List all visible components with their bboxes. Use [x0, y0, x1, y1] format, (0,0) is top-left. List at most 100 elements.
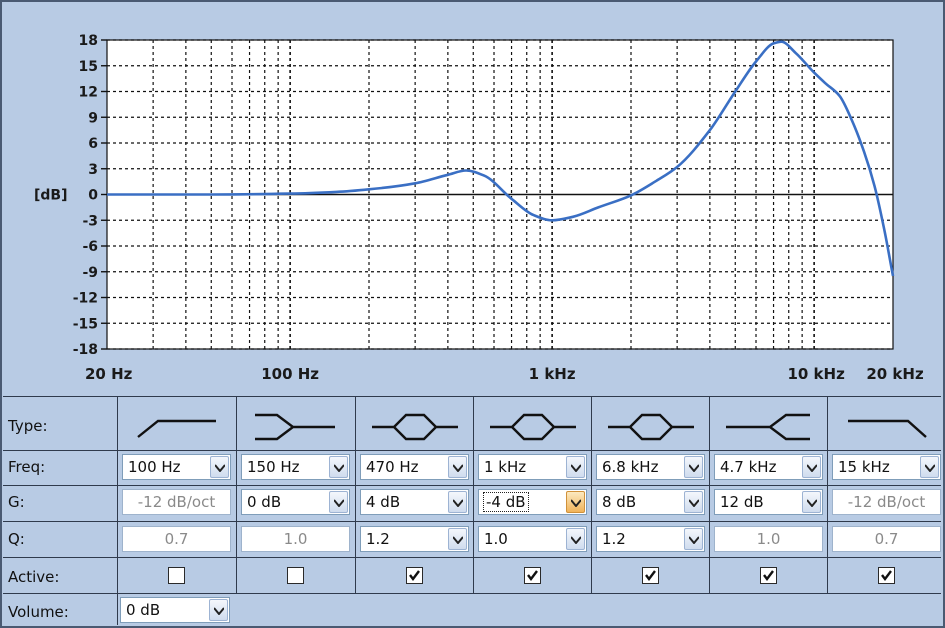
y-tick-label: 18 — [79, 33, 98, 49]
band-7-freq-select[interactable]: 15 kHz — [832, 454, 941, 480]
band-3-freq-select-value: 470 Hz — [366, 458, 419, 476]
band-5-freq-select-value: 6.8 kHz — [602, 458, 659, 476]
chevron-down-icon[interactable] — [448, 528, 467, 550]
band-6-gain-select[interactable]: 12 dB — [714, 489, 823, 515]
band-2-freq-select[interactable]: 150 Hz — [241, 454, 350, 480]
active-row-label: Active: — [8, 568, 60, 586]
y-tick-label: 3 — [88, 162, 98, 178]
y-tick-label: -3 — [82, 213, 98, 229]
q-row-label: Q: — [8, 530, 25, 548]
band-4-freq-select-value: 1 kHz — [484, 458, 527, 476]
band-2-freq-select-value: 150 Hz — [247, 458, 300, 476]
row-divider — [3, 521, 941, 522]
band-5-gain-select[interactable]: 8 dB — [596, 489, 705, 515]
band-2-gain-select-value: 0 dB — [247, 493, 282, 511]
band-7-freq-select-value: 15 kHz — [838, 458, 890, 476]
chevron-down-icon[interactable] — [210, 456, 229, 478]
band-5-q-select-value: 1.2 — [602, 530, 626, 548]
peaking-filter-icon — [372, 413, 458, 441]
band-5-gain-select-value: 8 dB — [602, 493, 637, 511]
chevron-down-icon[interactable] — [802, 456, 821, 478]
high-pass-filter-icon — [137, 419, 216, 438]
band-6-freq-select-value: 4.7 kHz — [720, 458, 777, 476]
chevron-down-icon[interactable] — [209, 599, 228, 621]
y-tick-label: -6 — [82, 239, 98, 255]
band-3-freq-select[interactable]: 470 Hz — [360, 454, 469, 480]
chevron-down-icon[interactable] — [684, 491, 703, 513]
frequency-response-chart: 18 15 12 9 6 3 0 -3 -6 -9 -12 -15 -18 [dB] 20 Hz 100 Hz… — [34, 33, 924, 383]
band-3-active-checkbox[interactable] — [406, 567, 423, 584]
band-2-active-checkbox[interactable] — [287, 567, 304, 584]
gain-row-label: G: — [8, 493, 25, 511]
band-7-type-button[interactable] — [828, 399, 945, 449]
row-divider — [3, 485, 941, 486]
type-row-label: Type: — [8, 417, 48, 435]
column-divider — [117, 593, 118, 625]
band-6-q-field: 1.0 — [714, 526, 823, 552]
peaking-filter-icon — [490, 413, 576, 441]
y-tick-label: 9 — [88, 110, 98, 126]
chevron-down-icon[interactable] — [448, 456, 467, 478]
y-tick-label: -12 — [73, 291, 98, 307]
band-7-gain-field: -12 dB/oct — [832, 489, 941, 515]
band-1-type-button[interactable] — [118, 399, 235, 449]
band-1-gain-field: -12 dB/oct — [122, 489, 231, 515]
y-tick-label: -9 — [82, 265, 98, 281]
chevron-down-icon[interactable] — [684, 528, 703, 550]
y-tick-label: 0 — [88, 188, 98, 204]
band-2-q-field: 1.0 — [241, 526, 350, 552]
band-4-q-select-value: 1.0 — [484, 530, 508, 548]
band-3-q-select-value: 1.2 — [366, 530, 390, 548]
band-5-q-select[interactable]: 1.2 — [596, 526, 705, 552]
chevron-down-icon[interactable] — [802, 491, 821, 513]
band-4-type-button[interactable] — [474, 399, 591, 449]
band-5-freq-select[interactable]: 6.8 kHz — [596, 454, 705, 480]
band-7-q-field: 0.7 — [832, 526, 941, 552]
band-6-active-checkbox[interactable] — [760, 567, 777, 584]
chevron-down-icon[interactable] — [329, 491, 348, 513]
chevron-down-icon[interactable] — [448, 491, 467, 513]
band-4-gain-select[interactable]: -4 dB — [478, 489, 587, 515]
x-tick-label: 100 Hz — [261, 365, 319, 383]
band-4-freq-select[interactable]: 1 kHz — [478, 454, 587, 480]
band-6-type-button[interactable] — [710, 399, 827, 449]
freq-row-label: Freq: — [8, 458, 46, 476]
chevron-down-icon[interactable] — [329, 456, 348, 478]
volume-row-label: Volume: — [8, 603, 69, 621]
volume-select[interactable]: 0 dB — [120, 597, 230, 623]
chevron-down-icon[interactable] — [920, 456, 939, 478]
band-controls-grid: Type: Freq: G: Q: Active: Volume: 100 Hz… — [3, 396, 941, 625]
band-7-active-checkbox[interactable] — [878, 567, 895, 584]
row-divider — [3, 450, 941, 451]
y-tick-label: 6 — [88, 136, 98, 152]
band-2-type-button[interactable] — [237, 399, 354, 449]
low-shelf-filter-icon — [255, 413, 335, 441]
chevron-down-icon[interactable] — [684, 456, 703, 478]
band-6-freq-select[interactable]: 4.7 kHz — [714, 454, 823, 480]
band-5-active-checkbox[interactable] — [642, 567, 659, 584]
band-3-gain-select[interactable]: 4 dB — [360, 489, 469, 515]
x-tick-label: 1 kHz — [529, 365, 576, 383]
y-tick-label: -15 — [73, 316, 98, 332]
band-2-gain-select[interactable]: 0 dB — [241, 489, 350, 515]
low-pass-filter-icon — [848, 419, 927, 438]
y-tick-label: 15 — [79, 59, 98, 75]
band-5-type-button[interactable] — [592, 399, 709, 449]
band-1-q-field: 0.7 — [122, 526, 231, 552]
y-tick-label: -18 — [73, 342, 98, 358]
chevron-down-icon[interactable] — [566, 528, 585, 550]
x-tick-label: 10 kHz — [787, 365, 845, 383]
band-3-type-button[interactable] — [356, 399, 473, 449]
band-1-active-checkbox[interactable] — [168, 567, 185, 584]
band-3-q-select[interactable]: 1.2 — [360, 526, 469, 552]
band-1-freq-select[interactable]: 100 Hz — [122, 454, 231, 480]
chevron-down-icon[interactable] — [566, 456, 585, 478]
band-1-freq-select-value: 100 Hz — [128, 458, 181, 476]
peaking-filter-icon — [608, 413, 694, 441]
y-axis-label: [dB] — [34, 188, 68, 204]
chevron-down-icon[interactable] — [566, 491, 585, 513]
band-4-active-checkbox[interactable] — [524, 567, 541, 584]
row-divider — [3, 557, 941, 558]
row-divider — [3, 593, 941, 594]
band-4-q-select[interactable]: 1.0 — [478, 526, 587, 552]
